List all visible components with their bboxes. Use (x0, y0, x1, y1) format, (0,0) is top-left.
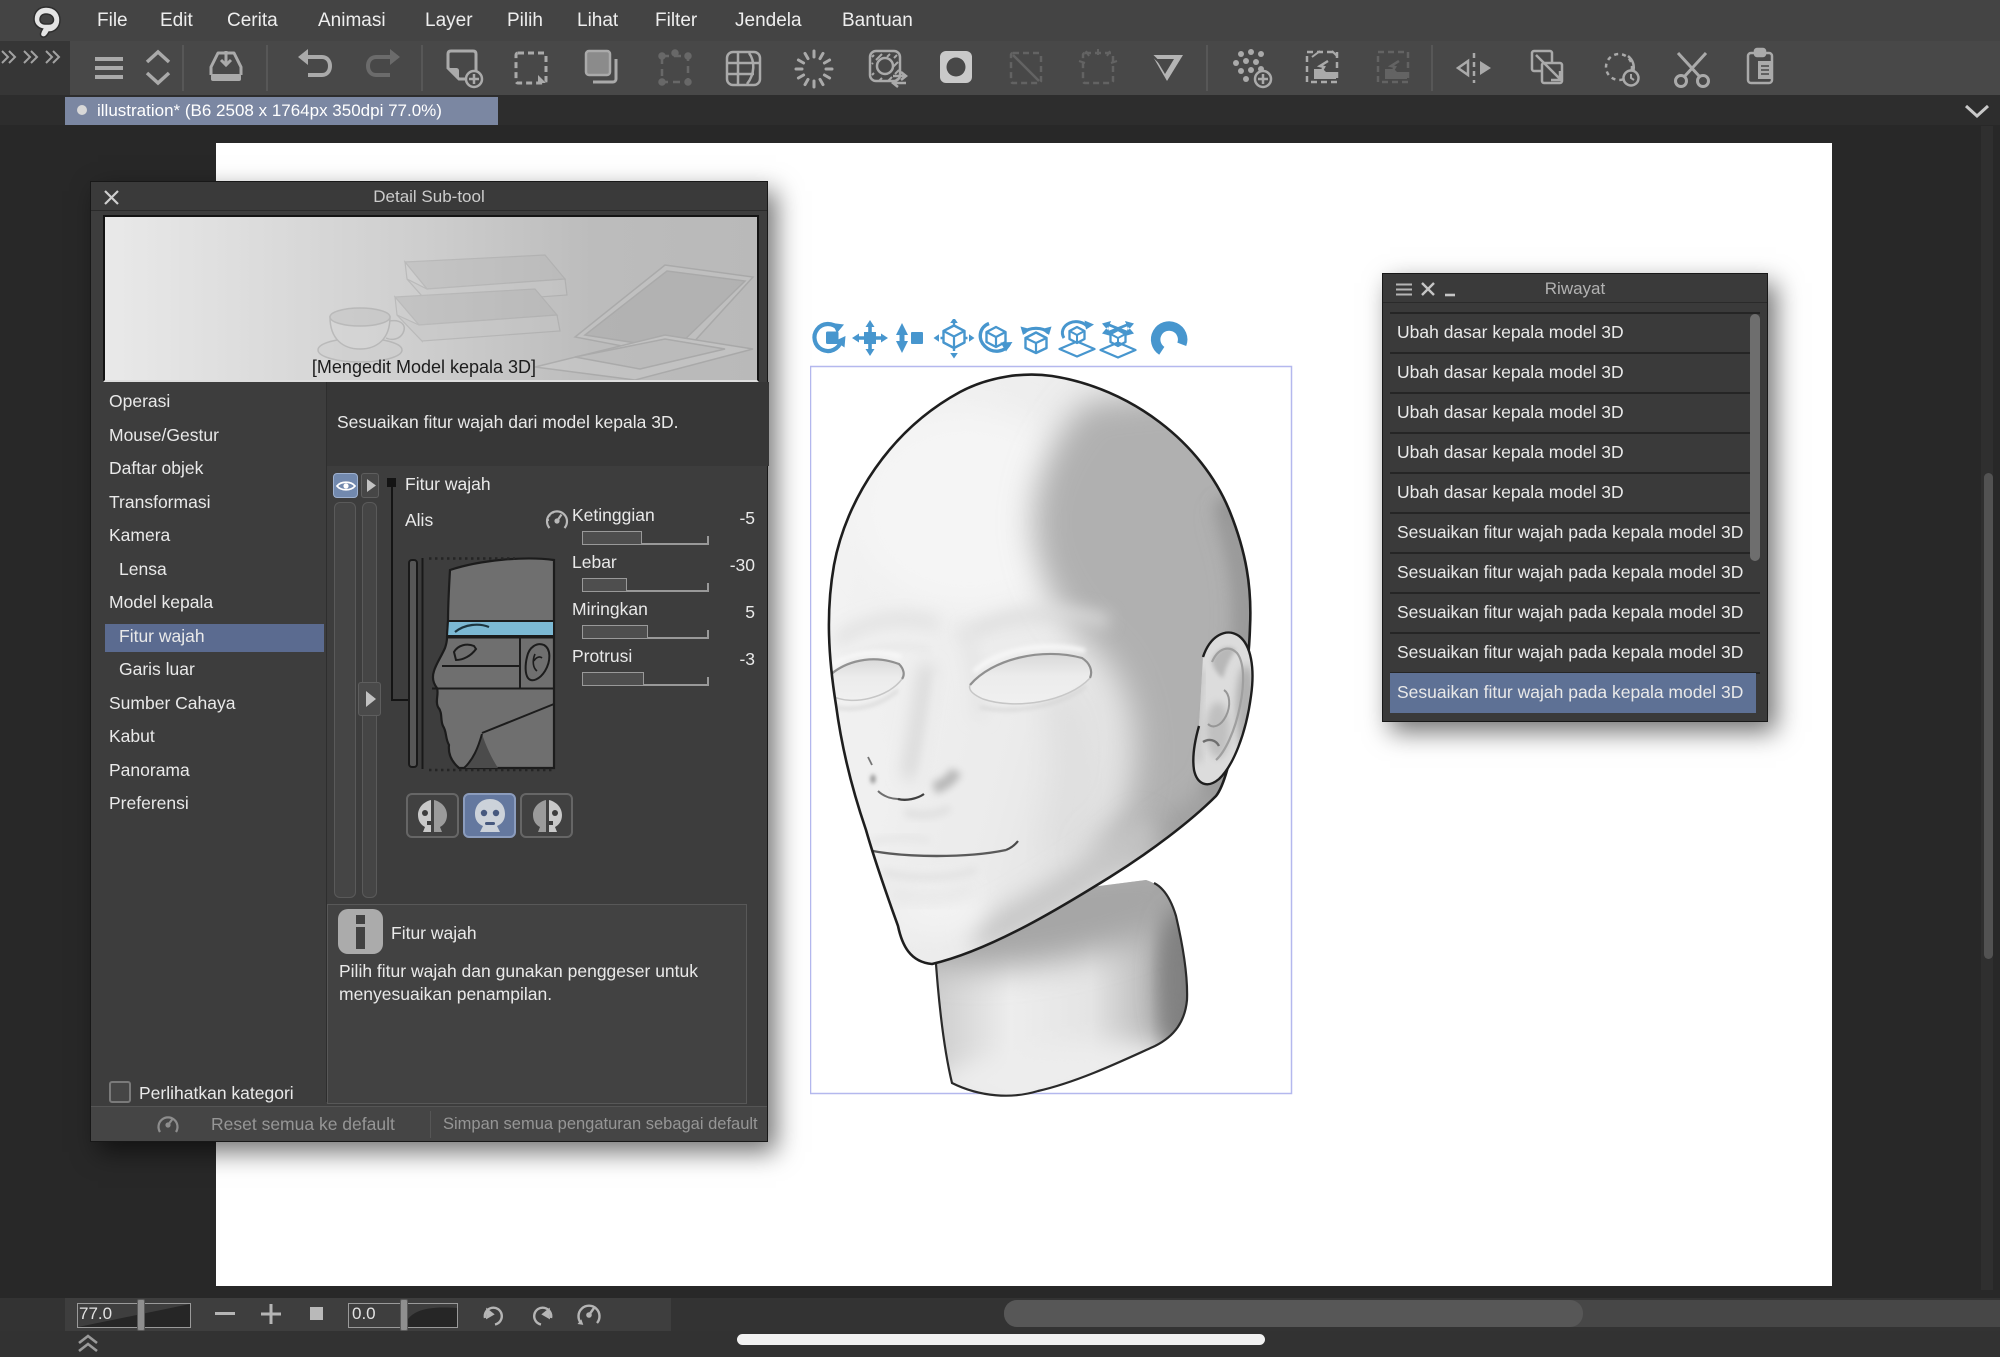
svg-text:[Mengedit Model kepala 3D]: [Mengedit Model kepala 3D] (312, 357, 536, 377)
